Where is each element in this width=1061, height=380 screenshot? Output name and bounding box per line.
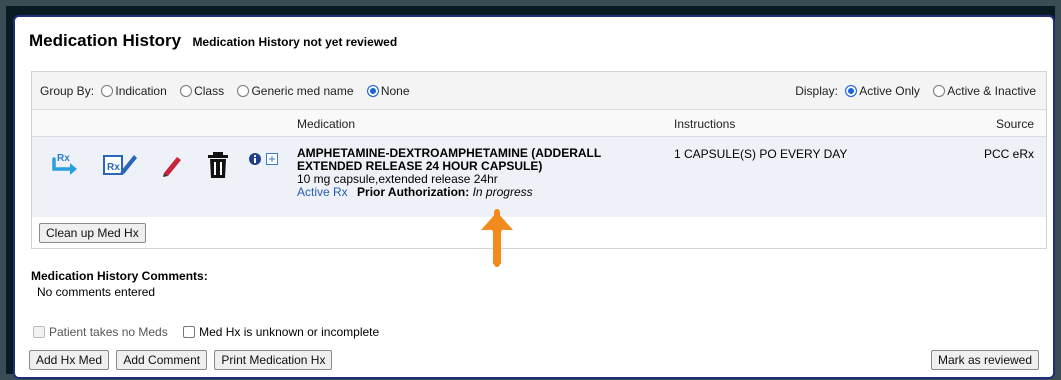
radio-selected-icon[interactable] [845, 85, 858, 97]
group-by-class[interactable]: Class [180, 84, 224, 98]
action-buttons: Add Hx Med Add Comment Print Medication … [29, 350, 336, 370]
radio-icon[interactable] [237, 85, 250, 97]
print-medication-hx-button[interactable]: Print Medication Hx [214, 350, 333, 370]
medication-history-card: Medication History Medication History no… [13, 15, 1055, 379]
column-headers: Medication Instructions Source [32, 110, 1046, 137]
display-active-only[interactable]: Active Only [845, 84, 920, 98]
trash-icon[interactable] [206, 151, 230, 182]
group-by-indication[interactable]: Indication [101, 84, 167, 98]
table-row: Rx Rx AMPHETAMINE-DEXTROAMPHETAMINE (ADD… [32, 137, 1046, 217]
window-frame: Medication History Medication History no… [0, 0, 1061, 380]
medication-list-panel: Group By: Indication Class Generic med n… [31, 71, 1047, 249]
source-cell: PCC eRx [983, 147, 1034, 161]
pencil-icon[interactable] [160, 153, 184, 180]
svg-text:Rx: Rx [107, 162, 120, 173]
active-rx-link[interactable]: Active Rx [297, 185, 348, 199]
rx-edit-icon[interactable]: Rx [102, 151, 138, 180]
arrow-up-icon [477, 209, 517, 270]
prior-auth-label: Prior Authorization: [357, 185, 470, 199]
column-medication: Medication [297, 117, 356, 131]
add-comment-button[interactable]: Add Comment [116, 350, 208, 370]
radio-selected-icon[interactable] [366, 85, 379, 97]
instructions-cell: 1 CAPSULE(S) PO EVERY DAY [674, 147, 848, 161]
comments-heading: Medication History Comments: [31, 269, 208, 283]
medication-status-line: Active Rx Prior Authorization: In progre… [297, 186, 657, 199]
radio-icon[interactable] [101, 85, 114, 97]
display-active-inactive[interactable]: Active & Inactive [933, 84, 1036, 98]
column-instructions: Instructions [674, 117, 736, 131]
svg-text:Rx: Rx [57, 153, 70, 164]
page-title: Medication History [29, 31, 182, 50]
checkbox-icon[interactable] [183, 326, 196, 338]
rx-renew-icon[interactable]: Rx [50, 151, 80, 180]
column-source: Source [995, 117, 1034, 131]
group-by-label: Group By: [40, 84, 95, 98]
header: Medication History Medication History no… [29, 31, 397, 51]
mark-reviewed-button[interactable]: Mark as reviewed [930, 350, 1039, 370]
group-by-bar: Group By: Indication Class Generic med n… [32, 72, 1046, 110]
history-checkboxes: Patient takes no Meds Med Hx is unknown … [33, 325, 379, 339]
radio-icon[interactable] [933, 85, 946, 97]
expand-icon[interactable] [266, 153, 278, 168]
review-status: Medication History not yet reviewed [192, 35, 398, 49]
group-by-generic[interactable]: Generic med name [237, 84, 354, 98]
cleanup-med-hx-button[interactable]: Clean up Med Hx [39, 223, 146, 243]
unknown-checkbox[interactable]: Med Hx is unknown or incomplete [183, 325, 379, 339]
info-icon[interactable] [249, 153, 261, 168]
no-meds-checkbox[interactable]: Patient takes no Meds [33, 325, 168, 339]
comments-body: No comments entered [37, 285, 156, 299]
medication-cell: AMPHETAMINE-DEXTROAMPHETAMINE (ADDERALL … [297, 147, 657, 199]
group-by-none[interactable]: None [366, 84, 410, 98]
prior-auth-status: In progress [472, 185, 533, 199]
add-hx-med-button[interactable]: Add Hx Med [29, 350, 110, 370]
radio-icon[interactable] [180, 85, 193, 97]
checkbox-icon[interactable] [33, 326, 45, 338]
display-label: Display: [795, 84, 838, 98]
